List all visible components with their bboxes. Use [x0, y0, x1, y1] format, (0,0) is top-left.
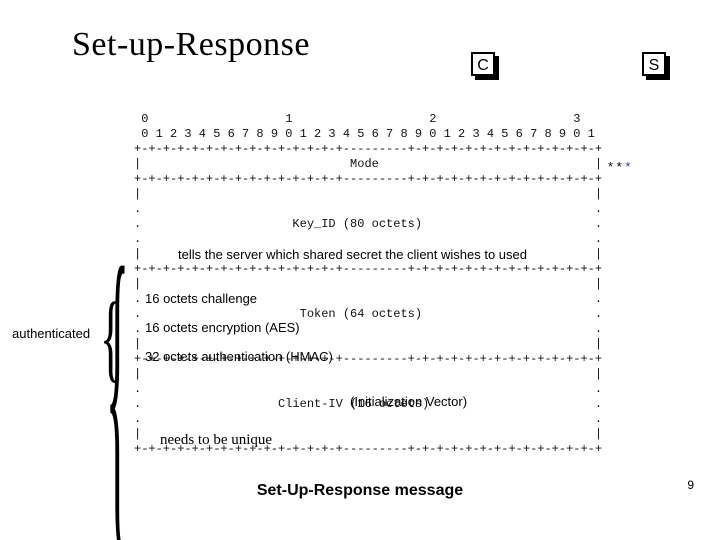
page-number: 9	[687, 478, 694, 492]
star-black: * *	[608, 159, 625, 174]
annotation-token-challenge: 16 octets challenge	[145, 291, 257, 306]
server-box: S	[642, 52, 666, 76]
annotation-token-hmac: 32 octets authentication (HMAC)	[145, 349, 333, 364]
annotation-unique: needs to be unique	[160, 432, 272, 449]
mode-footnote-stars: * * *	[608, 159, 630, 174]
authenticated-label: authenticated	[12, 326, 90, 341]
annotation-key-id: tells the server which shared secret the…	[178, 247, 527, 262]
figure-caption: Set-Up-Response message	[0, 482, 720, 500]
star-blue: *	[625, 159, 630, 174]
annotation-token-encryption: 16 octets encryption (AES)	[145, 320, 300, 335]
slide-title: Set-up-Response	[72, 26, 310, 64]
brace-icon: {	[100, 281, 122, 394]
client-box: C	[471, 52, 495, 76]
annotation-iv: (Initialization Vector)	[350, 394, 467, 409]
